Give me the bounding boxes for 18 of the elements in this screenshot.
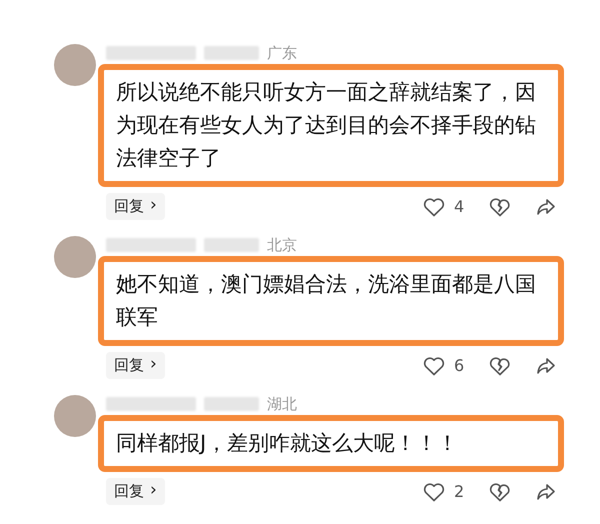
- blurred-name: [204, 238, 259, 252]
- avatar: [54, 395, 96, 437]
- like-count: 4: [454, 197, 466, 216]
- location-label: 广东: [267, 44, 297, 62]
- like-count: 6: [454, 356, 466, 375]
- comment-text: 她不知道，澳门嫖娼合法，洗浴里面都是八国联军: [98, 256, 564, 346]
- avatar: [54, 44, 96, 86]
- comment-text: 同样都报J，差别咋就这么大呢！！！: [98, 415, 564, 472]
- reply-button[interactable]: 回复 ›: [106, 193, 165, 220]
- blurred-name: [204, 397, 259, 411]
- reply-button[interactable]: 回复 ›: [106, 352, 165, 379]
- blurred-name: [204, 46, 259, 60]
- like-count: 2: [454, 482, 466, 501]
- location-label: 北京: [267, 236, 297, 254]
- reply-button[interactable]: 回复 ›: [106, 478, 165, 505]
- avatar: [54, 236, 96, 278]
- comment-text: 所以说绝不能只听女方一面之辞就结案了，因为现在有些女人为了达到目的会不择手段的钻法律空子了: [98, 64, 564, 187]
- location-label: 湖北: [267, 394, 297, 414]
